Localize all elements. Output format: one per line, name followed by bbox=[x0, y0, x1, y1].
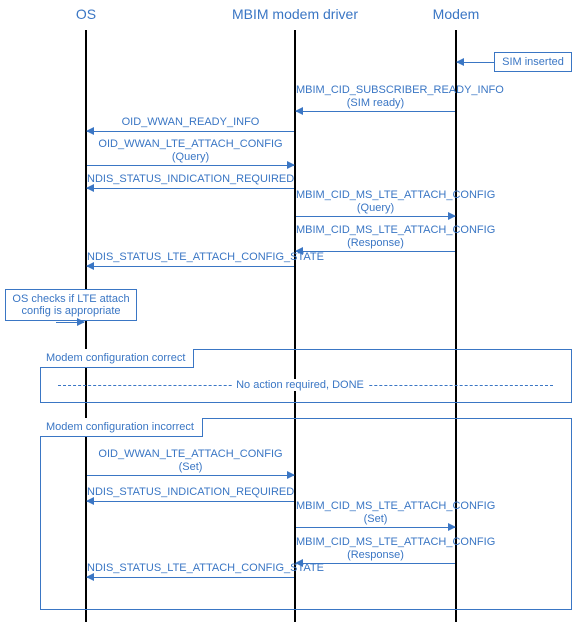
msg-label: OID_WWAN_READY_INFO bbox=[87, 116, 294, 129]
msg-label: OID_WWAN_LTE_ATTACH_CONFIG (Set) bbox=[87, 448, 294, 473]
arrow-icon bbox=[87, 266, 294, 267]
msg-label: NDIS_STATUS_LTE_ATTACH_CONFIG_STATE bbox=[87, 251, 294, 264]
arrow-icon bbox=[296, 527, 455, 528]
frame-config-correct: Modem configuration correct bbox=[40, 349, 572, 403]
participant-driver: MBIM modem driver bbox=[232, 6, 358, 22]
arrow-icon bbox=[296, 111, 455, 112]
msg-label: MBIM_CID_SUBSCRIBER_READY_INFO (SIM read… bbox=[296, 84, 455, 109]
msg-label: MBIM_CID_MS_LTE_ATTACH_CONFIG (Response) bbox=[296, 224, 455, 249]
msg-label: MBIM_CID_MS_LTE_ATTACH_CONFIG (Query) bbox=[296, 189, 455, 214]
note-os-check: OS checks if LTE attach config is approp… bbox=[5, 289, 137, 321]
msg-ndis-state-2: NDIS_STATUS_LTE_ATTACH_CONFIG_STATE bbox=[87, 562, 294, 578]
msg-ndis-ind-req-1: NDIS_STATUS_INDICATION_REQUIRED bbox=[87, 173, 294, 189]
msg-mbim-lte-resp-2: MBIM_CID_MS_LTE_ATTACH_CONFIG (Response) bbox=[296, 536, 455, 564]
arrow-icon bbox=[87, 501, 294, 502]
frame-label: Modem configuration incorrect bbox=[40, 418, 203, 437]
msg-mbim-sub-ready: MBIM_CID_SUBSCRIBER_READY_INFO (SIM read… bbox=[296, 84, 455, 112]
msg-oid-lte-query: OID_WWAN_LTE_ATTACH_CONFIG (Query) bbox=[87, 138, 294, 166]
arrow-icon bbox=[87, 165, 294, 166]
arrow-icon bbox=[87, 577, 294, 578]
arrow-icon bbox=[87, 475, 294, 476]
arrow-icon bbox=[296, 216, 455, 217]
msg-label: OID_WWAN_LTE_ATTACH_CONFIG (Query) bbox=[87, 138, 294, 163]
frame-label: Modem configuration correct bbox=[40, 349, 194, 368]
sequence-diagram: OS MBIM modem driver Modem SIM inserted … bbox=[0, 0, 585, 630]
arrow-icon bbox=[58, 322, 84, 323]
divider-label: No action required, DONE bbox=[232, 379, 368, 391]
msg-ndis-state-1: NDIS_STATUS_LTE_ATTACH_CONFIG_STATE bbox=[87, 251, 294, 267]
msg-oid-lte-set: OID_WWAN_LTE_ATTACH_CONFIG (Set) bbox=[87, 448, 294, 476]
msg-mbim-lte-set: MBIM_CID_MS_LTE_ATTACH_CONFIG (Set) bbox=[296, 500, 455, 528]
msg-label: MBIM_CID_MS_LTE_ATTACH_CONFIG (Set) bbox=[296, 500, 455, 525]
participant-os: OS bbox=[76, 6, 96, 22]
msg-oid-ready-info: OID_WWAN_READY_INFO bbox=[87, 116, 294, 132]
msg-mbim-lte-query: MBIM_CID_MS_LTE_ATTACH_CONFIG (Query) bbox=[296, 189, 455, 217]
msg-label: NDIS_STATUS_LTE_ATTACH_CONFIG_STATE bbox=[87, 562, 294, 575]
msg-label: MBIM_CID_MS_LTE_ATTACH_CONFIG (Response) bbox=[296, 536, 455, 561]
note-sim-inserted: SIM inserted bbox=[494, 52, 572, 72]
msg-label: NDIS_STATUS_INDICATION_REQUIRED bbox=[87, 486, 294, 499]
arrow-icon bbox=[457, 62, 494, 63]
msg-mbim-lte-resp-1: MBIM_CID_MS_LTE_ATTACH_CONFIG (Response) bbox=[296, 224, 455, 252]
msg-label: NDIS_STATUS_INDICATION_REQUIRED bbox=[87, 173, 294, 186]
arrow-icon bbox=[87, 131, 294, 132]
participant-modem: Modem bbox=[433, 6, 480, 22]
msg-ndis-ind-req-2: NDIS_STATUS_INDICATION_REQUIRED bbox=[87, 486, 294, 502]
arrow-icon bbox=[87, 188, 294, 189]
connector bbox=[56, 322, 58, 323]
